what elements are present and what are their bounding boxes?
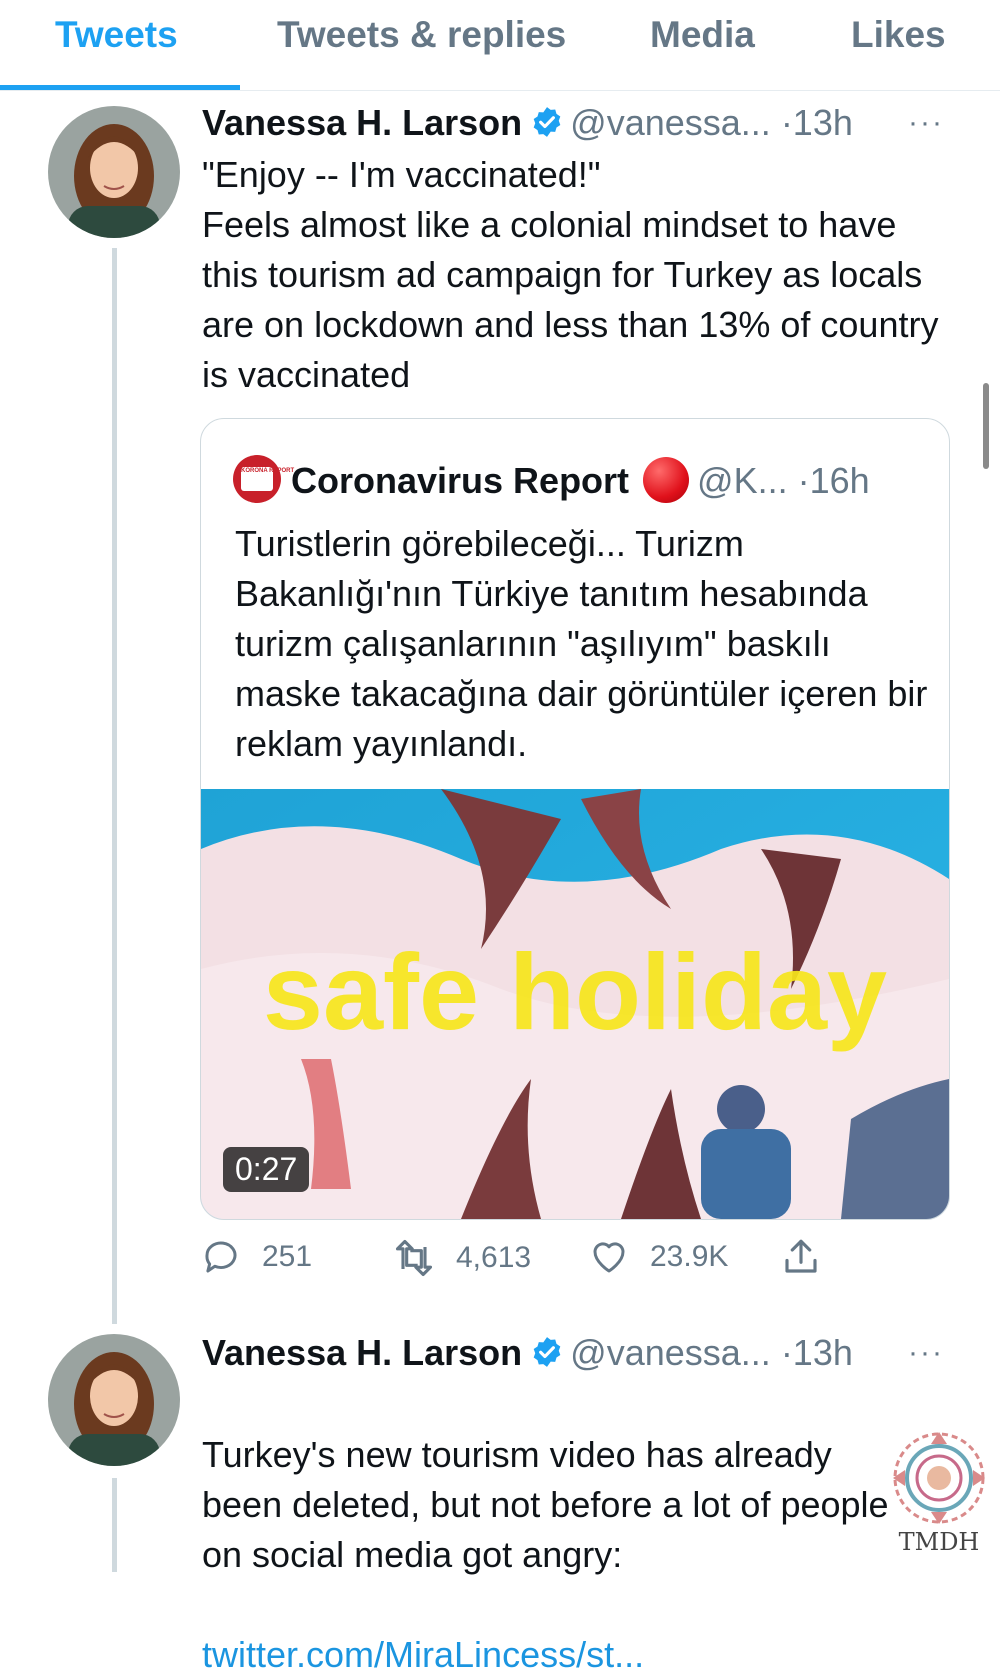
author-name[interactable]: Vanessa H. Larson [202, 102, 522, 143]
watermark-text: TMDH [898, 1528, 980, 1556]
reply-count: 251 [262, 1240, 313, 1273]
author-name[interactable]: Vanessa H. Larson [202, 1332, 522, 1373]
share-icon [785, 1239, 817, 1273]
tweet-text: "Enjoy -- I'm vaccinated!" Feels almost … [202, 154, 939, 395]
thread-line [112, 1478, 117, 1572]
verified-badge-icon [530, 105, 564, 149]
retweet-button[interactable]: 4,613 [392, 1236, 531, 1280]
avatar[interactable] [48, 106, 180, 238]
tweet-body: Turkey's new tourism video has already b… [202, 1434, 889, 1575]
tweet-header: Vanessa H. Larson @vanessa... ·13h [202, 1331, 853, 1379]
tab-tweets[interactable]: Tweets [55, 14, 178, 56]
tmdh-watermark: TMDH [884, 1428, 994, 1568]
quoted-author-name[interactable]: Coronavirus Report [291, 460, 629, 501]
quoted-tweet-text: Turistlerin görebileceği... Turizm Bakan… [235, 523, 928, 764]
quoted-tweet-time[interactable]: ·16h [798, 460, 870, 501]
more-options-icon[interactable]: ··· [908, 1336, 944, 1370]
video-player[interactable]: safe holiday 0:27 [201, 789, 949, 1219]
tab-tweets-and-replies[interactable]: Tweets & replies [277, 14, 566, 56]
heart-icon [593, 1242, 625, 1273]
avatar-image [48, 1334, 180, 1466]
quoted-tweet[interactable]: KORONA REPORT Coronavirus Report @K... ·16… [200, 418, 950, 1220]
active-tab-indicator [0, 85, 240, 90]
more-options-icon[interactable]: ··· [908, 106, 944, 140]
verified-badge-icon [530, 1335, 564, 1379]
profile-tabs: Tweets Tweets & replies Media Likes [0, 0, 1000, 91]
tab-media[interactable]: Media [650, 14, 755, 56]
retweet-count: 4,613 [456, 1241, 532, 1274]
thread-line [112, 248, 117, 1324]
red-circle-emoji-icon [643, 457, 690, 503]
tweet-time[interactable]: ·13h [781, 102, 853, 143]
tweet-text: Turkey's new tourism video has already b… [202, 1380, 902, 1680]
retweet-icon [395, 1239, 433, 1277]
korona-report-logo-icon: KORONA REPORT [233, 455, 294, 503]
tab-likes[interactable]: Likes [851, 14, 946, 56]
reply-icon [205, 1241, 237, 1273]
tweet-link[interactable]: twitter.com/MiraLincess/st... [202, 1634, 644, 1675]
video-thumbnail: safe holiday [201, 789, 949, 1219]
avatar[interactable] [48, 1334, 180, 1466]
author-handle[interactable]: @vanessa... [570, 1332, 771, 1373]
tweet-header: Vanessa H. Larson @vanessa... ·13h [202, 101, 853, 149]
ornament-logo-icon [893, 1432, 985, 1524]
like-button[interactable]: 23.9K [588, 1236, 728, 1278]
share-button[interactable] [780, 1236, 842, 1278]
scrollbar[interactable] [983, 383, 989, 469]
quoted-tweet-header: KORONA REPORT Coronavirus Report @K... ·16… [233, 455, 870, 503]
quoted-author-handle[interactable]: @K... [697, 460, 788, 501]
video-duration-badge: 0:27 [223, 1147, 310, 1192]
author-handle[interactable]: @vanessa... [570, 102, 771, 143]
avatar-image [48, 106, 180, 238]
like-count: 23.9K [650, 1240, 729, 1273]
reply-button[interactable]: 251 [200, 1236, 312, 1278]
tweet-actions: 251 4,613 23.9K [200, 1236, 940, 1286]
tweet-time[interactable]: ·13h [781, 1332, 853, 1373]
video-overlay-text: safe holiday [263, 931, 887, 1052]
